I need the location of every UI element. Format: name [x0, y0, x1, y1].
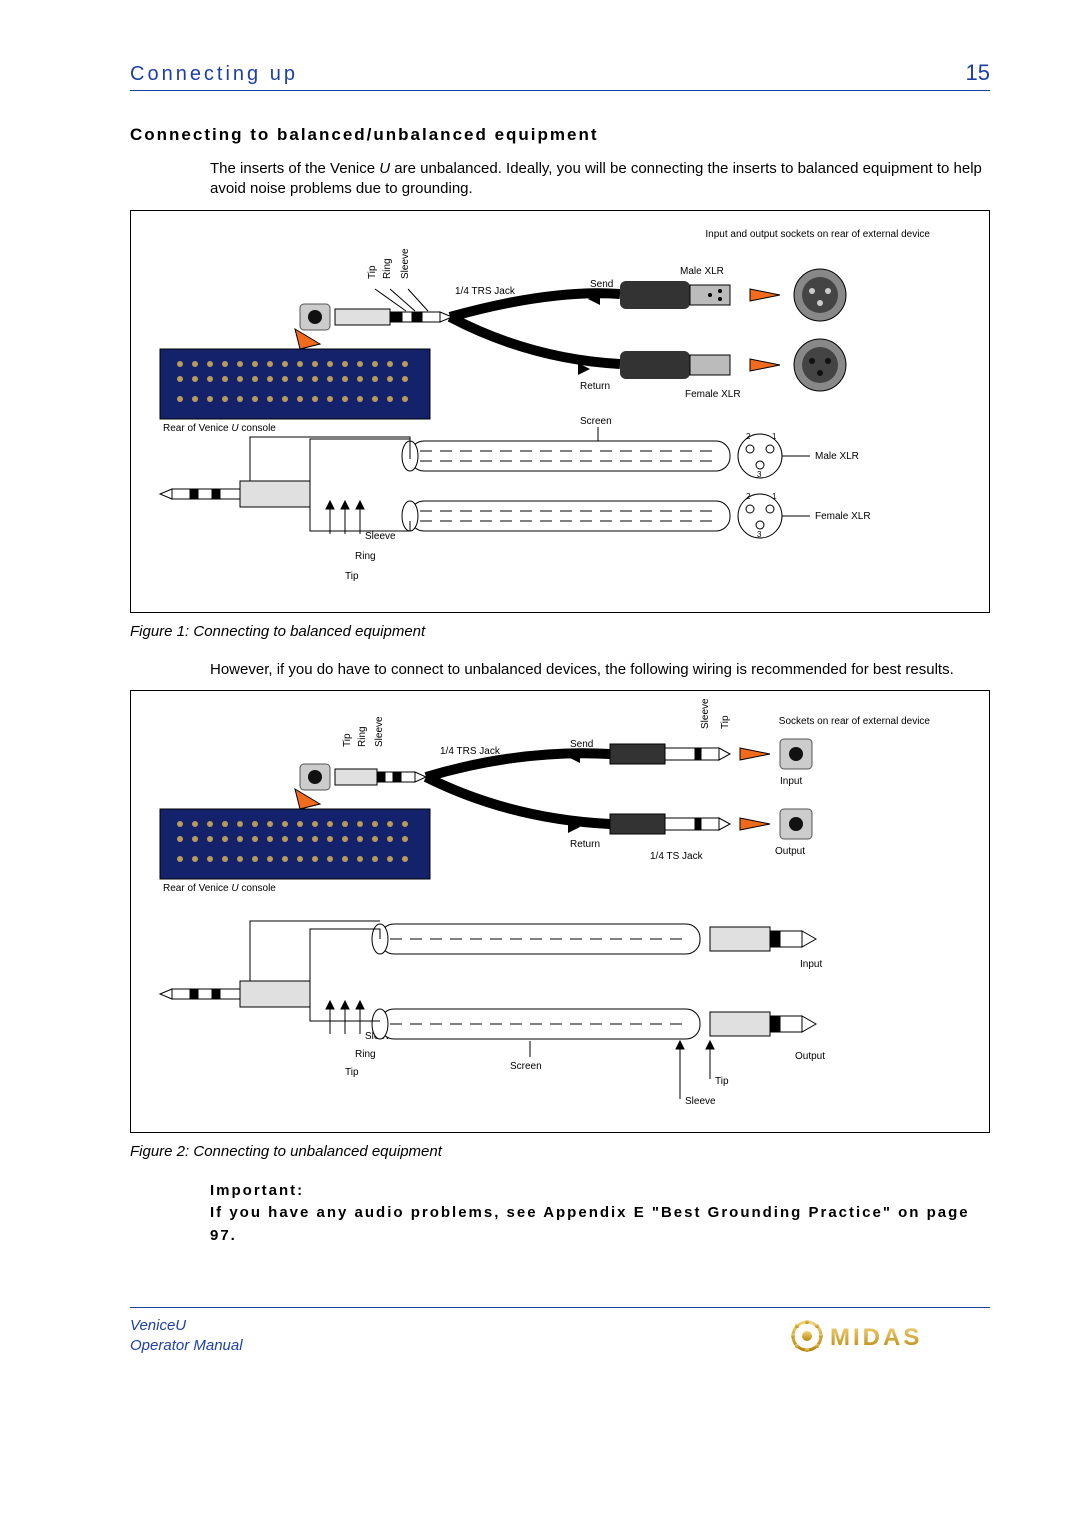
- fig1-pin1a: 1: [772, 432, 777, 441]
- fig2-ring-v: Ring: [357, 726, 368, 747]
- fig1-female-xlr-plug: [620, 351, 730, 379]
- fig2-ext-socket-bottom: [780, 809, 812, 839]
- important-note: Important: If you have any audio problem…: [210, 1180, 990, 1248]
- page-header: Connecting up 15: [130, 60, 990, 91]
- fig2-send: Send: [570, 739, 593, 750]
- p1-italic-u: U: [379, 160, 390, 177]
- fig1-arrow-console: [295, 329, 320, 349]
- fig1-male-xlr-label: Male XLR: [680, 266, 724, 277]
- fig2-trs-diagram-plug: [160, 981, 310, 1007]
- fig2-tube-bottom: [372, 1009, 700, 1039]
- fig1-tube-bottom: [402, 501, 730, 531]
- figure-1-caption: Figure 1: Connecting to balanced equipme…: [130, 623, 990, 640]
- fig1-return: Return: [580, 381, 610, 392]
- fig1-screen: Screen: [580, 416, 612, 427]
- fig1-male-xlr-d: Male XLR: [815, 451, 859, 462]
- fig2-ts-plug-bottom: [610, 814, 730, 834]
- fig1-female-xlr-label: Female XLR: [685, 389, 741, 400]
- fig1-trs-socket: [300, 304, 330, 330]
- fig2-trs-plug-top: [335, 769, 426, 785]
- fig1-male-xlr-plug: [620, 281, 730, 309]
- fig2-d-tip: Tip: [345, 1067, 359, 1078]
- footer-doc: Operator Manual: [130, 1336, 243, 1356]
- page-number: 15: [966, 60, 990, 86]
- fig1-console-rect: [160, 349, 430, 419]
- fig1-arrow-to-input: [750, 289, 780, 301]
- fig2-ts-label: 1/4 TS Jack: [650, 851, 704, 862]
- fig2-arrow-console: [295, 789, 320, 809]
- fig2-tip-r: Tip: [720, 715, 731, 729]
- fig2-trs-socket: [300, 764, 330, 790]
- fig1-inout-l1: Input and output sockets on rear of exte…: [705, 229, 930, 240]
- page: Connecting up 15 Connecting to balanced/…: [0, 0, 1080, 1395]
- fig1-d-tip: Tip: [345, 571, 359, 582]
- fig2-ts-dplug-top: [710, 927, 816, 951]
- fig1-trs-plug-top: [335, 309, 452, 325]
- fig2-output: Output: [775, 846, 805, 857]
- fig2-output-d: Output: [795, 1051, 825, 1062]
- fig2-tube-top: [372, 924, 700, 954]
- fig1-pin2a: 2: [746, 432, 751, 441]
- fig1-tip-v: Tip: [367, 265, 378, 279]
- fig2-input-d: Input: [800, 959, 822, 970]
- fig2-rear-label: Rear of Venice U console: [163, 883, 276, 894]
- fig2-screen: Screen: [510, 1061, 542, 1072]
- fig1-trs-diagram-plug: [160, 481, 310, 507]
- fig2-console-rect: [160, 809, 430, 879]
- fig2-tip-v: Tip: [342, 733, 353, 747]
- fig1-arrow-to-output: [750, 359, 780, 371]
- fig2-arrow-input: [740, 748, 770, 760]
- fig1-sleeve-v: Sleeve: [400, 247, 411, 278]
- fig1-tube-top: [402, 441, 730, 471]
- brand-text: MIDAS: [830, 1324, 922, 1351]
- fig2-sleeve-v: Sleeve: [374, 716, 385, 747]
- fig1-pin1b: 1: [772, 492, 777, 501]
- fig2-d-ring: Ring: [355, 1049, 376, 1060]
- header-title: Connecting up: [130, 63, 298, 86]
- fig2-sockets: Sockets on rear of external device: [779, 716, 931, 727]
- figure-2-svg: Sockets on rear of external device Rear …: [139, 699, 981, 1119]
- figure-1-box: Input and output sockets on rear of exte…: [130, 210, 990, 613]
- footer-product: VeniceU: [130, 1316, 243, 1336]
- fig2-cable-return: [426, 777, 610, 824]
- brand-logo: MIDAS: [790, 1319, 990, 1353]
- intro-paragraph: The inserts of the Venice U are unbalanc…: [210, 159, 990, 200]
- figure-2-caption: Figure 2: Connecting to unbalanced equip…: [130, 1143, 990, 1160]
- fig2-return: Return: [570, 839, 600, 850]
- p1a: The inserts of the Venice: [210, 160, 375, 177]
- fig1-send: Send: [590, 279, 613, 290]
- section-heading: Connecting to balanced/unbalanced equipm…: [130, 125, 990, 145]
- fig1-cable-return: [450, 317, 620, 364]
- fig1-female-xlr-d: Female XLR: [815, 511, 871, 522]
- p2: However, if you do have to connect to un…: [210, 660, 990, 680]
- fig1-pin3a: 3: [757, 470, 762, 479]
- mid-paragraph: However, if you do have to connect to un…: [210, 660, 990, 680]
- fig2-sleeve-r: Sleeve: [700, 699, 711, 729]
- midas-logo-icon: MIDAS: [790, 1319, 990, 1353]
- fig1-ext-socket-top: [794, 269, 846, 321]
- fig1-ext-socket-bottom: [794, 339, 846, 391]
- fig1-rear-label: Rear of Venice U console: [163, 423, 276, 434]
- fig2-d-sleeve-r: Sleeve: [685, 1096, 716, 1107]
- fig2-d-tip-r: Tip: [715, 1076, 729, 1087]
- fig1-ring-v: Ring: [382, 258, 393, 279]
- fig2-input: Input: [780, 776, 802, 787]
- fig1-pin2b: 2: [746, 492, 751, 501]
- page-footer: VeniceU Operator Manual MIDAS: [130, 1307, 990, 1355]
- important-text: If you have any audio problems, see Appe…: [210, 1202, 990, 1247]
- fig2-trs-label: 1/4 TRS Jack: [440, 746, 501, 757]
- fig2-ts-dplug-bottom: [710, 1012, 816, 1036]
- fig2-ext-socket-top: [780, 739, 812, 769]
- fig1-d-sleeve: Sleeve: [365, 531, 396, 542]
- fig1-jack-label: 1/4 TRS Jack: [455, 286, 516, 297]
- figure-1-svg: Input and output sockets on rear of exte…: [139, 219, 981, 599]
- fig2-arrow-output: [740, 818, 770, 830]
- fig2-ts-plug-top: [610, 744, 730, 764]
- figure-2-box: Sockets on rear of external device Rear …: [130, 690, 990, 1133]
- fig1-pin3b: 3: [757, 530, 762, 539]
- fig1-d-ring: Ring: [355, 551, 376, 562]
- important-label: Important:: [210, 1180, 990, 1203]
- fig1-trs-arrows: [326, 501, 364, 534]
